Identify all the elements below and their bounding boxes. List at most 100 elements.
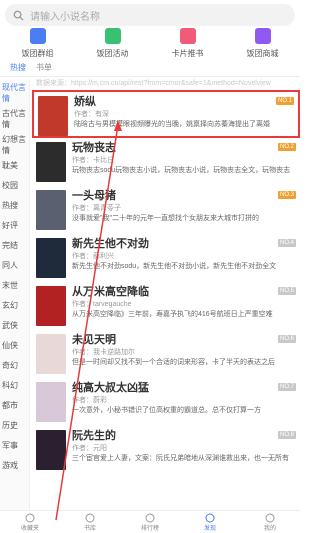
book-title: 一头母猪	[72, 190, 116, 202]
top-nav: 饭团群组 饭团活动 卡片推书 饭团商城	[0, 28, 300, 60]
book-description: 从万米高空降临》三年前，寿嘉予执飞的416号航班日上严重空难	[72, 311, 273, 318]
book-title: 纯高大叔太凶猛	[72, 382, 149, 394]
book-author: 作者：元阳	[72, 445, 107, 452]
rank-badge: NO.3	[277, 191, 296, 199]
rank-badge: NO.1	[275, 97, 294, 105]
sidebar-category[interactable]: 校园	[0, 178, 29, 198]
shop-icon	[254, 28, 271, 44]
tab-booklist[interactable]: 书单	[36, 62, 52, 76]
sidebar-category[interactable]: 军事	[0, 438, 29, 458]
book-item[interactable]: 未见天明作者：我卡逆路加尔但是一时间却又找不到一个合适的词来形容，卡了半天的表达…	[32, 330, 300, 378]
divider	[0, 76, 300, 77]
book-title: 玩物丧志	[72, 142, 116, 154]
bottom-tab-label: 收藏夹	[20, 526, 39, 532]
bottom-tab-label: 我的	[263, 526, 276, 532]
sidebar-category[interactable]: 奇幻	[0, 358, 29, 378]
search-input[interactable]: 请输入小说名称	[5, 4, 295, 26]
book-cover	[36, 286, 66, 326]
bottom-tab-label: 书库	[83, 526, 96, 532]
sidebar-category[interactable]: 古代言情	[0, 106, 29, 132]
sidebar-category[interactable]: 耽美	[0, 158, 29, 178]
topnav-activity[interactable]: 饭团活动	[78, 28, 148, 60]
book-description: 新先生他不对劲sodu，新先生他不对劲小说，新先生他不对劲全文	[72, 263, 277, 270]
activity-icon	[104, 28, 121, 44]
book-author: 作者：tarvegauche	[72, 301, 132, 308]
sidebar-category[interactable]: 好评	[0, 218, 29, 238]
card-icon	[179, 28, 196, 44]
rank-badge: NO.8	[277, 431, 296, 439]
book-description: 一次意外，小秘书错识了位高权重的霸道总。总不仅打算一方	[72, 407, 261, 414]
book-author: 作者：薛利兴	[72, 253, 114, 260]
book-list: 数据来源：https://m.cm.cn/api/rest?from=cmor&…	[32, 78, 300, 510]
sidebar-category[interactable]: 末世	[0, 278, 29, 298]
search-placeholder: 请输入小说名称	[30, 11, 100, 23]
book-description: 但是一时间却又找不到一个合适的词来形容，卡了半天的表达之后	[72, 359, 275, 366]
sidebar-category[interactable]: 科幻	[0, 378, 29, 398]
ranking-icon	[145, 513, 155, 523]
book-author: 作者：蔚彩	[72, 397, 107, 404]
sidebar-category[interactable]: 历史	[0, 418, 29, 438]
bottom-tab-label: 排行榜	[140, 526, 159, 532]
sidebar-category[interactable]: 完结	[0, 238, 29, 258]
book-author: 作者：有深	[74, 111, 109, 118]
bottom-tab[interactable]: 我的	[245, 511, 295, 533]
tab-hot[interactable]: 热搜	[10, 62, 26, 76]
book-description: 玩物丧志sodu玩物丧志小说，玩物丧志小说，玩物丧志全文，玩物丧志	[72, 167, 291, 174]
topnav-card[interactable]: 卡片推书	[153, 28, 223, 60]
book-item[interactable]: 阮先生的作者：元阳三个宦官爱上人妻，文案：阮氏兄弟暗地从深渊谁救出来，也一无所有…	[32, 426, 300, 474]
sidebar-category[interactable]: 武侠	[0, 318, 29, 338]
book-item[interactable]: 纯高大叔太凶猛作者：蔚彩一次意外，小秘书错识了位高权重的霸道总。总不仅打算一方 N…	[32, 378, 300, 426]
book-title: 新先生他不对劲	[72, 238, 149, 250]
rank-badge: NO.5	[277, 287, 296, 295]
book-title: 娇纵	[74, 96, 96, 108]
sidebar-category[interactable]: 仙侠	[0, 338, 29, 358]
source-url: 数据来源：https://m.cm.cn/api/rest?from=cmor&…	[36, 80, 271, 87]
book-cover	[36, 382, 66, 422]
bottom-tab[interactable]: 排行榜	[125, 511, 175, 533]
sidebar-category[interactable]: 幻想言情	[0, 132, 29, 158]
book-author: 作者：我卡逆路加尔	[72, 349, 135, 356]
book-title: 阮先生的	[72, 430, 116, 442]
topnav-group[interactable]: 饭团群组	[3, 28, 73, 60]
book-description: 三个宦官爱上人妻，文案：阮氏兄弟暗地从深渊谁救出来，也一无所有	[72, 455, 289, 462]
book-cover	[36, 334, 66, 374]
sidebar-category[interactable]: 同人	[0, 258, 29, 278]
bottom-tab-label: 发现	[203, 526, 216, 532]
book-title: 未见天明	[72, 334, 116, 346]
topnav-shop[interactable]: 饭团商城	[228, 28, 298, 60]
book-title: 从万米高空降临	[72, 286, 149, 298]
book-item[interactable]: 娇纵作者：有深陆晗古与男模模眼视频曝光的当晚，姚禀择向苏蓁海提出了离婚 NO.1	[32, 90, 300, 138]
bottom-tab[interactable]: 收藏夹	[5, 511, 55, 533]
bottom-tab[interactable]: 发现	[185, 511, 235, 533]
group-icon	[29, 28, 46, 44]
library-icon	[85, 513, 95, 523]
sidebar-category[interactable]: 玄幻	[0, 298, 29, 318]
sidebar-category[interactable]: 都市	[0, 398, 29, 418]
book-cover	[36, 190, 66, 230]
search-bar[interactable]: 请输入小说名称	[5, 4, 295, 26]
tab-bar: 热搜 书单	[10, 62, 52, 76]
book-item[interactable]: 一头母猪作者：离青苓子没事就爱"我"二十年的元年一直想找个女朋友来大城市打拼的 N…	[32, 186, 300, 234]
book-cover	[36, 430, 66, 470]
rank-badge: NO.4	[277, 239, 296, 247]
bottom-tab[interactable]: 书库	[65, 511, 115, 533]
book-description: 陆晗古与男模模眼视频曝光的当晚，姚禀择向苏蓁海提出了离婚	[74, 121, 270, 128]
book-author: 作者：离青苓子	[72, 205, 121, 212]
book-item[interactable]: 从万米高空降临作者：tarvegauche 从万米高空降临》三年前，寿嘉予执飞的4…	[32, 282, 300, 330]
bookmark-icon	[25, 513, 35, 523]
category-sidebar: 现代言情 古代言情 幻想言情 耽美 校园 热搜 好评 完结 同人 末世 玄幻 武侠 仙侠 奇幻 科幻 都市 历史…	[0, 80, 30, 510]
book-cover	[38, 96, 68, 136]
sidebar-category[interactable]: 游戏	[0, 458, 29, 478]
rank-badge: NO.7	[277, 383, 296, 391]
rank-badge: NO.6	[277, 335, 296, 343]
profile-icon	[265, 513, 275, 523]
sidebar-category[interactable]: 现代言情	[0, 80, 29, 106]
book-cover	[36, 142, 66, 182]
rank-badge: NO.2	[277, 143, 296, 151]
search-icon	[13, 10, 24, 21]
book-item[interactable]: 玩物丧志 作者：卡比丘 玩物丧志sodu玩物丧志小说，玩物丧志小说，玩物丧志全文，玩…	[32, 138, 300, 186]
sidebar-category[interactable]: 热搜	[0, 198, 29, 218]
book-item[interactable]: 新先生他不对劲作者：薛利兴新先生他不对劲sodu，新先生他不对劲小说，新先生他不…	[32, 234, 300, 282]
book-cover	[36, 238, 66, 278]
book-description: 没事就爱"我"二十年的元年一直想找个女朋友来大城市打拼的	[72, 215, 259, 222]
